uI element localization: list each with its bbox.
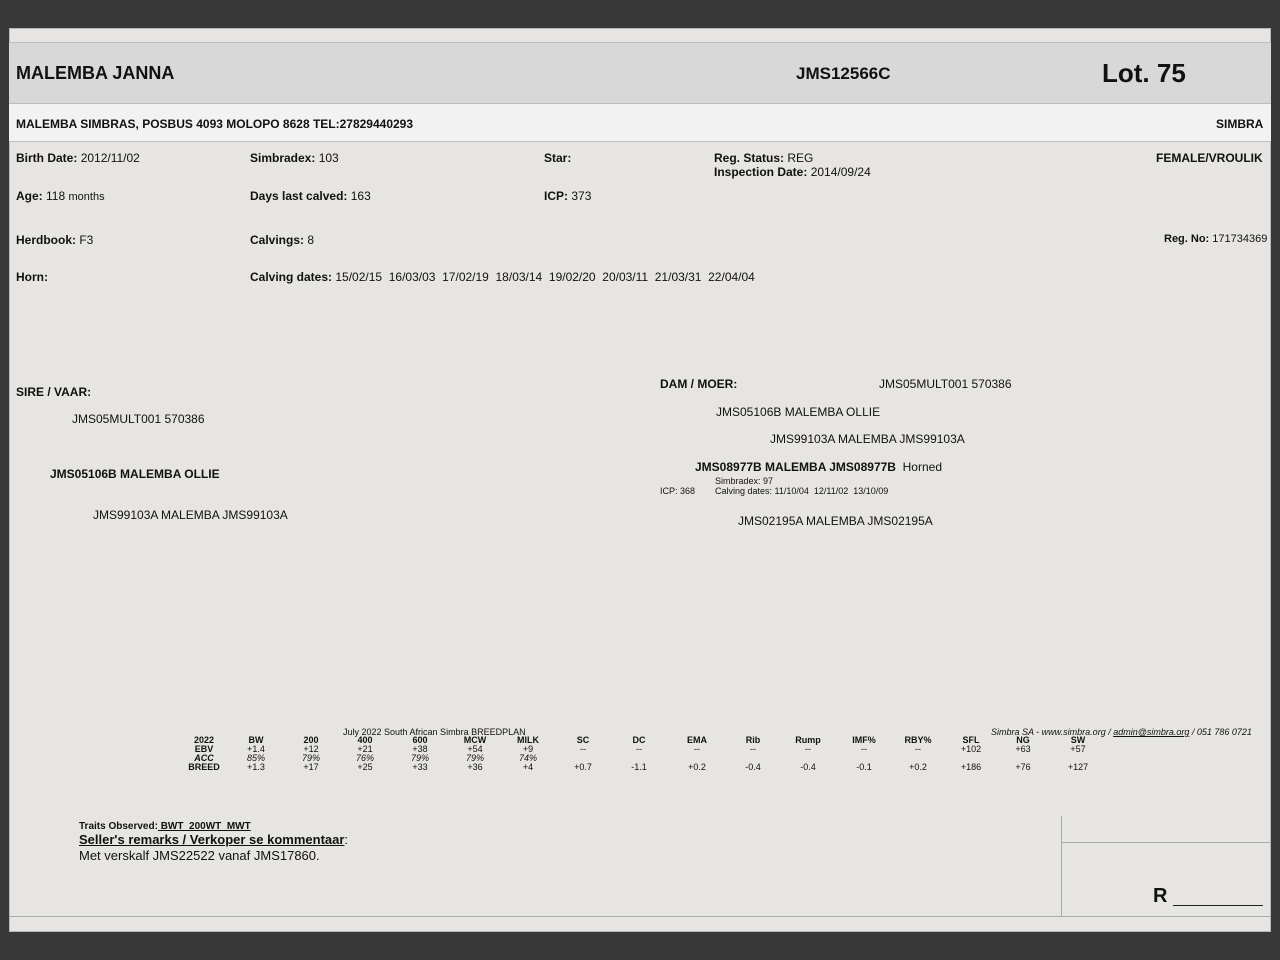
dam-sire: JMS05106B MALEMBA OLLIE: [716, 405, 881, 419]
ebv-cell: +57: [1070, 744, 1086, 754]
dam: JMS08977B MALEMBA JMS08977B Horned: [695, 460, 942, 474]
breed-cell: +25: [357, 762, 373, 772]
breed-cell: +127: [1067, 762, 1089, 772]
ebv-cell: --: [861, 744, 867, 754]
breed-cell: +186: [960, 762, 982, 772]
reg-no: Reg. No: 171734369: [1164, 233, 1268, 245]
ebv-cell: --: [636, 744, 642, 754]
animal-id: JMS12566C: [796, 64, 891, 83]
seller-remarks-text: Met verskalf JMS22522 vanaf JMS17860.: [79, 848, 320, 863]
ebv-cell: --: [805, 744, 811, 754]
breed-cell: +0.2: [688, 762, 706, 772]
bottom-line: [9, 916, 1271, 917]
reg-status: Reg. Status: REG: [714, 151, 814, 165]
dam-label: DAM / MOER:: [660, 377, 738, 391]
breed-cell: -0.4: [745, 762, 761, 772]
simbradex: Simbradex: 103: [250, 151, 339, 165]
breed-row: BREED +1.3 +17 +25 +33 +36 +4 +0.7 -1.1 +0.2 -0.4 -…: [180, 763, 1106, 772]
dam-calving-dates: Calving dates: 11/10/04 12/11/02 13/10/0…: [715, 486, 889, 496]
owner-address: MALEMBA SIMBRAS, POSBUS 4093 MOLOPO 8628…: [16, 117, 414, 131]
herdbook: Herdbook: F3: [16, 233, 94, 247]
dam-simbradex: Simbradex: 97: [715, 476, 774, 486]
sex: FEMALE/VROULIK: [1156, 151, 1263, 165]
breed: SIMBRA: [1216, 117, 1264, 131]
breed-cell: +0.2: [909, 762, 927, 772]
sire-sire: JMS05106B MALEMBA OLLIE: [50, 467, 220, 481]
days-last-calved: Days last calved: 163: [250, 189, 371, 203]
animal-name: MALEMBA JANNA: [16, 63, 175, 83]
breed-cell: -0.4: [800, 762, 816, 772]
breed-cell: +17: [303, 762, 319, 772]
ebv-cell: +63: [1015, 744, 1031, 754]
breed-cell: +33: [412, 762, 428, 772]
age: Age: 118 months: [16, 189, 105, 203]
inspection-date: Inspection Date: 2014/09/24: [714, 165, 871, 179]
sire-dam: JMS99103A MALEMBA JMS99103A: [93, 508, 288, 522]
breed-cell: +0.7: [574, 762, 592, 772]
dam-sire-top: JMS05MULT001 570386: [879, 377, 1012, 391]
icp: ICP: 373: [544, 189, 592, 203]
calving-dates: Calving dates: 15/02/15 16/03/03 17/02/1…: [250, 270, 755, 284]
ebv-cell: --: [694, 744, 700, 754]
price-input-line[interactable]: [1173, 905, 1263, 906]
dam-icp: ICP: 368: [660, 486, 696, 496]
breedplan-table: 2022 BW 200 400 600 MCW MILK SC DC EMA Rib Rump IMF%…: [180, 736, 1106, 772]
breed-cell: +76: [1015, 762, 1031, 772]
birth-date: Birth Date: 2012/11/02: [16, 151, 140, 165]
price-currency: R: [1153, 885, 1168, 907]
breed-cell: +1.3: [247, 762, 265, 772]
breed-cell: +4: [522, 762, 534, 772]
calvings: Calvings: 8: [250, 233, 315, 247]
traits-observed: Traits Observed: BWT 200WT MWT: [79, 821, 251, 832]
ebv-cell: +102: [960, 744, 982, 754]
lot-number: Lot. 75: [1102, 58, 1186, 88]
breed-cell: BREED: [188, 762, 220, 772]
dam-sire-dam: JMS99103A MALEMBA JMS99103A: [770, 432, 965, 446]
title-bar: [9, 42, 1271, 104]
contact-email-link[interactable]: admin@simbra.org: [1113, 727, 1189, 737]
sire-label: SIRE / VAAR:: [16, 385, 92, 399]
sire: JMS05MULT001 570386: [72, 412, 205, 426]
ebv-cell: --: [915, 744, 921, 754]
seller-remarks-label: Seller's remarks / Verkoper se kommentaa…: [79, 832, 349, 847]
ebv-cell: --: [750, 744, 756, 754]
star: Star:: [544, 151, 572, 165]
horn: Horn:: [16, 270, 48, 284]
breed-cell: -0.1: [856, 762, 872, 772]
dam-dam: JMS02195A MALEMBA JMS02195A: [738, 514, 933, 528]
ebv-cell: --: [580, 744, 586, 754]
price-box-divider: [1061, 816, 1062, 916]
breed-cell: +36: [467, 762, 483, 772]
breed-cell: -1.1: [631, 762, 647, 772]
price-box-top-line: [1061, 842, 1271, 843]
